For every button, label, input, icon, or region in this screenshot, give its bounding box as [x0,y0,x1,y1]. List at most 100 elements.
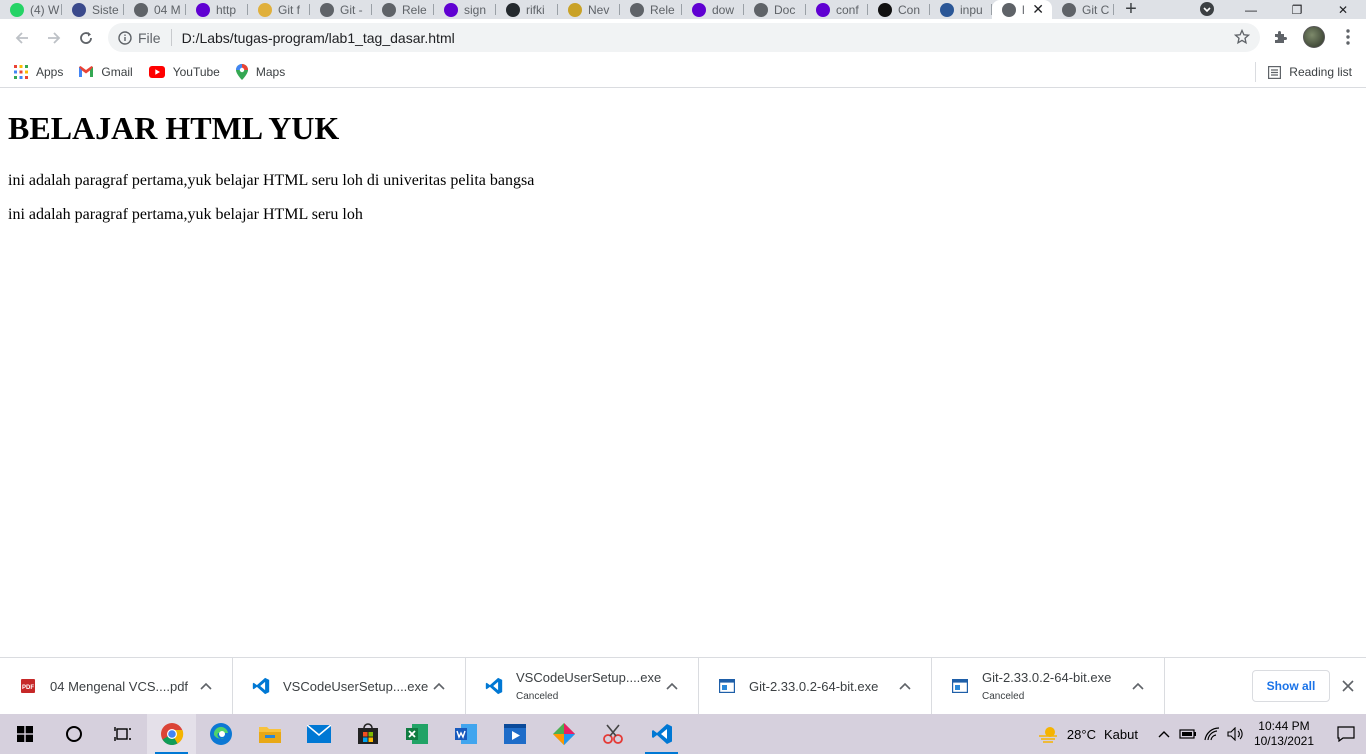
volume-control[interactable] [1224,714,1248,754]
download-filename: VSCodeUserSetup....exe [516,670,662,685]
download-options-button[interactable] [897,678,913,694]
windows-logo-icon [16,726,33,742]
task-view-button[interactable] [98,714,147,754]
clock-time: 10:44 PM [1258,719,1310,733]
taskbar-media[interactable] [490,714,539,754]
tab[interactable]: Rele [620,0,682,19]
taskbar-excel[interactable] [392,714,441,754]
maximize-button[interactable]: ❐ [1274,3,1320,17]
address-bar[interactable]: File D:/Labs/tugas-program/lab1_tag_dasa… [108,23,1260,52]
tab[interactable]: sign [434,0,496,19]
taskbar-mail[interactable] [294,714,343,754]
taskbar-vscode[interactable] [637,714,686,754]
download-item[interactable]: PDF 04 Mengenal VCS....pdf [0,657,233,715]
new-tab-button[interactable]: + [1114,0,1148,19]
tab[interactable]: (4) W [0,0,62,19]
taskbar-sourcetree[interactable] [539,714,588,754]
scheme-label: File [138,29,161,46]
extensions-button[interactable] [1266,23,1294,51]
tab[interactable]: Siste [62,0,124,19]
tab-title: 04 M [154,2,181,17]
download-options-button[interactable] [664,678,680,694]
tab[interactable]: Git C [1052,0,1114,19]
close-tab-button[interactable]: ✕ [1032,1,1044,18]
tab-strip: (4) W Siste 04 M http Git f Git - Rele sign rifk… [0,0,1366,19]
tab[interactable]: http [186,0,248,19]
network-status[interactable] [1200,714,1224,754]
tab[interactable]: inpu [930,0,992,19]
profile-button[interactable] [1300,23,1328,51]
weather-widget[interactable]: 28°C Kabut [1037,724,1138,744]
tab[interactable]: Git - [310,0,372,19]
installer-icon [717,676,737,696]
close-window-button[interactable]: ✕ [1320,3,1366,17]
taskbar-snipping[interactable] [588,714,637,754]
search-button[interactable] [49,714,98,754]
pdf-icon: PDF [18,676,38,696]
show-all-button[interactable]: Show all [1252,670,1330,702]
taskbar-chrome[interactable] [147,714,196,754]
bookmark-youtube[interactable]: YouTube [148,65,220,79]
download-options-button[interactable] [198,678,214,694]
paragraph-2: ini adalah paragraf pertama,yuk belajar … [8,206,363,223]
clock[interactable]: 10:44 PM 10/13/2021 [1254,719,1314,749]
download-status: Canceled [516,691,559,702]
speaker-icon [1227,727,1243,741]
globe-icon [1002,2,1016,17]
download-item[interactable]: VSCodeUserSetup....exe Canceled [466,657,699,715]
back-button[interactable] [6,22,38,54]
bookmark-maps[interactable]: Maps [235,63,285,80]
taskbar-word[interactable] [441,714,490,754]
tab-title: rifki [526,2,545,17]
action-center-button[interactable] [1326,714,1366,754]
show-hidden-icons-button[interactable] [1152,714,1176,754]
fog-sun-icon [1038,727,1057,743]
battery-status[interactable] [1176,714,1200,754]
vscode-icon [651,724,672,744]
bookmark-gmail[interactable]: Gmail [79,64,133,79]
downloads-bar: PDF 04 Mengenal VCS....pdf VSCodeUserSetup… [0,657,1366,715]
tab[interactable]: l ✕ [992,0,1052,19]
tab[interactable]: dow [682,0,744,19]
whatsapp-icon [10,2,24,17]
tab[interactable]: conf [806,0,868,19]
menu-button[interactable] [1334,23,1362,51]
tab[interactable]: Doc [744,0,806,19]
bookmark-apps[interactable]: Apps [14,64,64,79]
apps-grid-icon [14,64,28,79]
tab[interactable]: Con [868,0,930,19]
tab[interactable]: Nev [558,0,620,19]
taskbar-file-explorer[interactable] [245,714,294,754]
download-item[interactable]: VSCodeUserSetup....exe [233,657,466,715]
globe-icon [754,2,768,17]
download-filename: Git-2.33.0.2-64-bit.exe [982,670,1112,685]
download-options-button[interactable] [431,678,447,694]
word-icon [454,724,477,744]
taskbar-edge[interactable] [196,714,245,754]
minimize-button[interactable]: — [1228,3,1274,17]
bookmark-label: Gmail [101,64,133,79]
bookmark-label: Apps [36,64,64,79]
tab-search-button[interactable] [1198,1,1216,17]
download-item[interactable]: Git-2.33.0.2-64-bit.exe Canceled [932,657,1165,715]
tab-title: Git C [1082,2,1110,17]
tab[interactable]: Git f [248,0,310,19]
bookmark-star-button[interactable] [1233,28,1251,48]
reading-list-button[interactable]: Reading list [1255,62,1352,82]
tab[interactable]: Rele [372,0,434,19]
chevron-up-icon [899,682,911,690]
reload-button[interactable] [70,22,102,54]
download-options-button[interactable] [1130,678,1146,694]
crown-icon [568,2,582,17]
tab[interactable]: 04 M [124,0,186,19]
tab[interactable]: rifki [496,0,558,19]
reading-list-label: Reading list [1289,65,1352,79]
site-info-chip[interactable]: File [118,29,172,46]
weather-temp: 28°C [1066,726,1096,742]
close-downloads-button[interactable] [1338,676,1358,696]
download-item[interactable]: Git-2.33.0.2-64-bit.exe [699,657,932,715]
browser-toolbar: File D:/Labs/tugas-program/lab1_tag_dasa… [0,19,1366,56]
forward-button[interactable] [38,22,70,54]
start-button[interactable] [0,714,49,754]
taskbar-store[interactable] [343,714,392,754]
